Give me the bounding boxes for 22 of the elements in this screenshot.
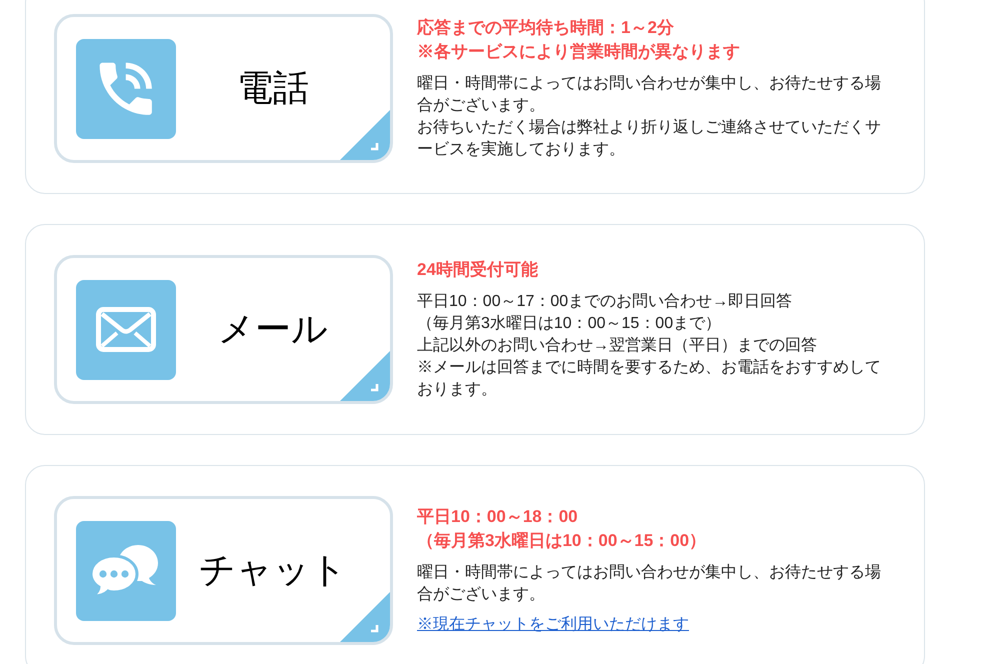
chat-button[interactable]: チャット — [54, 496, 393, 645]
hours-notice: 平日10：00～18：00 — [417, 506, 579, 528]
info-text: ※メールは回答までに時間を要するため、お電話をおすすめしております。 — [417, 358, 882, 400]
corner-arrow-icon — [340, 592, 390, 642]
info-text: お待ちいただく場合は弊社より折り返しご連絡させていただくサービスを実施しております。 — [417, 118, 882, 160]
phone-button[interactable]: 電話 — [54, 14, 393, 163]
hours-notice: 24時間受付可能 — [417, 259, 539, 281]
hours-notice: 応答までの平均待ち時間：1～2分 — [417, 17, 675, 39]
phone-icon — [76, 38, 176, 138]
hours-notice: （毎月第3水曜日は10：00～15：00） — [417, 530, 708, 552]
info-text: 上記以外のお問い合わせ→翌営業日（平日）までの回答 — [417, 336, 818, 356]
corner-arrow-icon — [340, 110, 390, 160]
availability-link[interactable]: ※現在チャットをご利用いただけます — [417, 614, 689, 636]
speech-bubbles-icon — [76, 520, 176, 620]
info-text: 平日10：00～17：00までのお問い合わせ→即日回答 — [417, 292, 794, 312]
hours-notice: ※各サービスにより営業時間が異なります — [417, 41, 741, 63]
info-text: （毎月第3水曜日は10：00～15：00まで） — [417, 314, 722, 334]
envelope-icon — [76, 280, 176, 380]
info-text: 曜日・時間帯によってはお問い合わせが集中し、お待たせする場合がございます。 — [417, 74, 882, 116]
info-text: 曜日・時間帯によってはお問い合わせが集中し、お待たせする場合がございます。 — [417, 562, 882, 605]
mail-button[interactable]: メール — [54, 255, 393, 404]
corner-arrow-icon — [340, 351, 390, 401]
